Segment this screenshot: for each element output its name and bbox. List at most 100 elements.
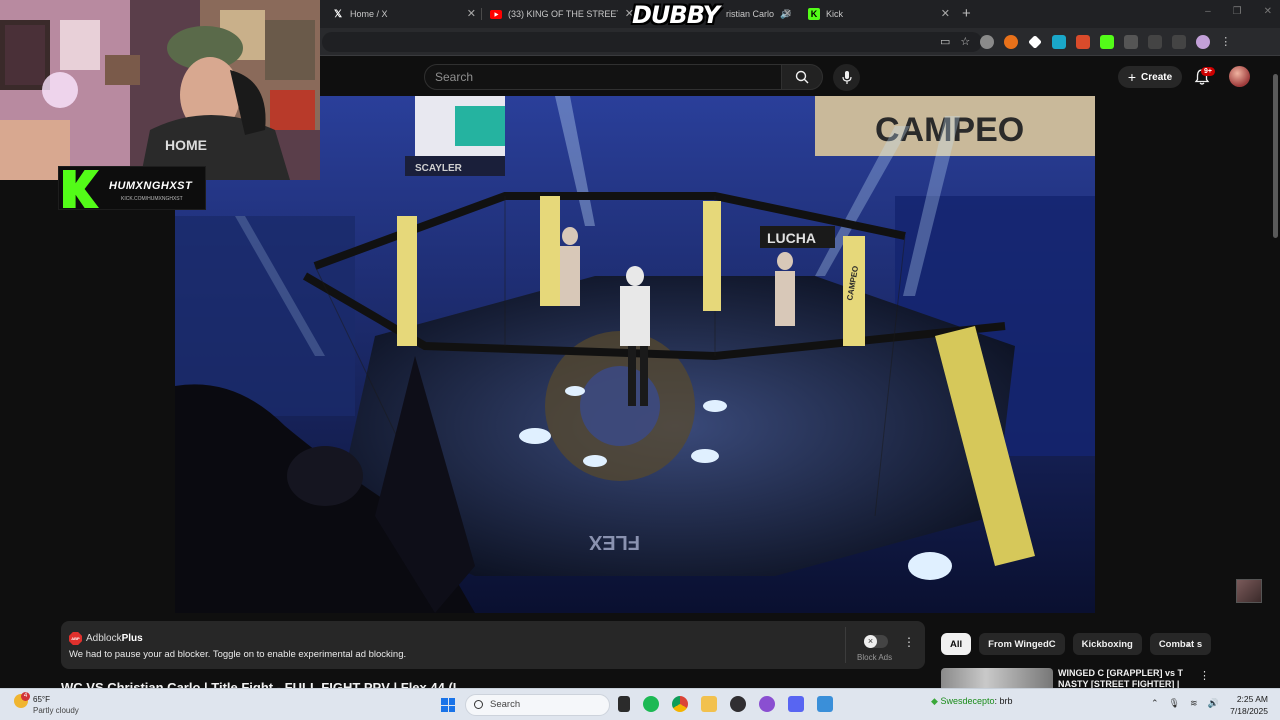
system-tray: ⌃ 🎙 ≋ 🔊	[1151, 698, 1219, 709]
scrollbar-thumb[interactable]	[1273, 74, 1278, 238]
cage-floor-text: FLEX	[588, 531, 640, 553]
browser-menu-icon[interactable]: ⋮	[1220, 35, 1231, 49]
more-options-icon[interactable]: ⋮	[1199, 669, 1210, 682]
extension-gray-icon[interactable]	[980, 35, 995, 49]
weather-alert-badge: 4	[21, 692, 30, 701]
new-tab-button[interactable]: +	[962, 5, 971, 22]
clock-date: 7/18/2025	[1230, 706, 1268, 716]
chip-from-wingedc[interactable]: From WingedC	[979, 633, 1065, 655]
tab-title: Home / X	[350, 9, 388, 19]
tab-title: (33) KING OF THE STREETS: MA	[508, 9, 618, 19]
discord-icon[interactable]	[788, 696, 804, 712]
microphone-icon[interactable]: 🎙	[1169, 698, 1180, 709]
chip-all[interactable]: All	[941, 633, 972, 655]
chrome-icon[interactable]	[672, 696, 688, 712]
chevron-up-icon[interactable]: ⌃	[1151, 698, 1159, 709]
tab-kick[interactable]: K Kick ✕	[808, 4, 950, 24]
windows-start-icon[interactable]	[441, 698, 455, 712]
system-clock[interactable]: 2:25 AM 7/18/2025	[1224, 693, 1268, 717]
x-logo-icon: 𝕏	[333, 8, 343, 20]
chat-text: brb	[999, 696, 1013, 706]
streamer-nameplate: HUMXNGHXST KICK.COM/HUMXNGHXST	[58, 166, 206, 210]
weather-description[interactable]: Partly cloudy	[33, 706, 79, 715]
close-icon[interactable]: ✕	[783, 7, 792, 20]
tab-separator	[481, 8, 482, 20]
adblock-brand-suffix: Plus	[121, 633, 143, 644]
close-icon[interactable]: ✕	[941, 7, 950, 20]
screen: 𝕏 Home / X ✕ (33) KING OF THE STREETS: M…	[0, 0, 1280, 720]
tray-chat-notification[interactable]: ◆ Swesdecepto: brb	[931, 696, 1013, 707]
svg-text:HOME: HOME	[165, 137, 207, 153]
recommended-video-thumbnail[interactable]	[941, 668, 1053, 690]
recommended-video-title[interactable]: WINGED C [GRAPPLER] vs T NASTY [STREET F…	[1058, 668, 1188, 688]
chip-combat-sports[interactable]: Combat s	[1149, 633, 1212, 655]
media-icon[interactable]	[1172, 35, 1187, 49]
taskbar-apps	[618, 696, 833, 712]
tab-x-home[interactable]: 𝕏 Home / X ✕	[332, 4, 476, 24]
adblock-brand-prefix: Adblock	[86, 633, 122, 644]
folder-icon[interactable]	[701, 696, 717, 712]
avatar[interactable]	[1229, 66, 1250, 87]
chip-kickboxing[interactable]: Kickboxing	[1072, 633, 1142, 655]
crowd-sign-text: SCAYLER	[415, 163, 463, 174]
obs-icon[interactable]	[730, 696, 746, 712]
create-button[interactable]: + Create	[1118, 66, 1182, 88]
weather-temperature[interactable]: 65°F	[33, 695, 50, 704]
tab-title: Kick	[826, 9, 844, 19]
sidepanel-icon[interactable]	[1148, 35, 1163, 49]
block-ads-toggle[interactable]: ×	[864, 635, 888, 648]
clock-time: 2:25 AM	[1236, 694, 1268, 704]
window-controls: – ❐ ✕	[1205, 6, 1272, 17]
adblock-title: AdblockPlus	[86, 633, 143, 644]
notification-badge: 9+	[1201, 67, 1215, 76]
video-side-area	[1095, 96, 1280, 613]
extension-teal-icon[interactable]	[1052, 35, 1067, 49]
mini-player-thumbnail[interactable]	[1236, 579, 1262, 603]
adblock-banner: ABP AdblockPlus We had to pause your ad …	[61, 621, 925, 669]
tab-youtube[interactable]: (33) KING OF THE STREETS: MA ✕	[490, 4, 634, 24]
address-bar[interactable]	[322, 32, 982, 52]
file-manager-icon[interactable]	[618, 696, 630, 712]
taskbar-search[interactable]: Search	[465, 694, 610, 716]
microphone-icon	[841, 70, 852, 84]
close-icon[interactable]: ✕	[467, 7, 476, 20]
profile-icon[interactable]	[1196, 35, 1211, 49]
search-icon	[795, 70, 809, 84]
streamer-name: HUMXNGHXST	[109, 180, 193, 192]
search-icon	[474, 700, 483, 709]
more-options-icon[interactable]: ⋮	[903, 635, 915, 649]
tab-title: ristian Carlo	[726, 9, 775, 19]
search-input[interactable]: Search	[424, 64, 782, 90]
close-window-button[interactable]: ✕	[1264, 6, 1272, 17]
voice-search-button[interactable]	[833, 64, 860, 91]
divider	[845, 627, 846, 663]
cast-icon[interactable]: ▭	[940, 35, 950, 49]
purple-app-icon[interactable]	[759, 696, 775, 712]
kick-logo-icon: K	[808, 8, 820, 20]
bookmark-star-icon[interactable]: ☆	[960, 35, 970, 49]
cage-sign-text: LUCHA	[767, 230, 816, 246]
maximize-button[interactable]: ❐	[1233, 6, 1242, 17]
taskbar-search-label: Search	[490, 699, 521, 710]
extension-icons: ▭ ☆ ⋮	[940, 35, 1231, 49]
plus-icon: +	[1127, 69, 1137, 85]
chevron-right-icon[interactable]: ›	[1186, 637, 1190, 651]
create-label: Create	[1141, 71, 1173, 83]
windows-taskbar: 4 65°F Partly cloudy Search ◆ Swesdecept…	[0, 688, 1280, 720]
chat-username: Swesdecepto	[940, 696, 995, 706]
spotify-icon[interactable]	[643, 696, 659, 712]
minimize-button[interactable]: –	[1205, 6, 1211, 17]
tab-active-video[interactable]: ristian Carlo 🔊 ✕	[726, 4, 792, 24]
youtube-icon	[490, 8, 502, 20]
kick-extension-icon[interactable]	[1100, 35, 1115, 49]
wifi-icon[interactable]: ≋	[1190, 698, 1198, 709]
search-button[interactable]	[781, 64, 823, 90]
extension-red-icon[interactable]	[1076, 35, 1091, 49]
snipping-tool-icon[interactable]	[817, 696, 833, 712]
toggle-off-icon: ×	[864, 635, 877, 648]
extension-orange-icon[interactable]	[1004, 35, 1019, 49]
extensions-puzzle-icon[interactable]	[1124, 35, 1139, 49]
extension-diamond-icon[interactable]	[1028, 35, 1043, 49]
volume-icon[interactable]: 🔊	[1208, 698, 1219, 709]
webcam-overlay: HOME	[0, 0, 320, 180]
